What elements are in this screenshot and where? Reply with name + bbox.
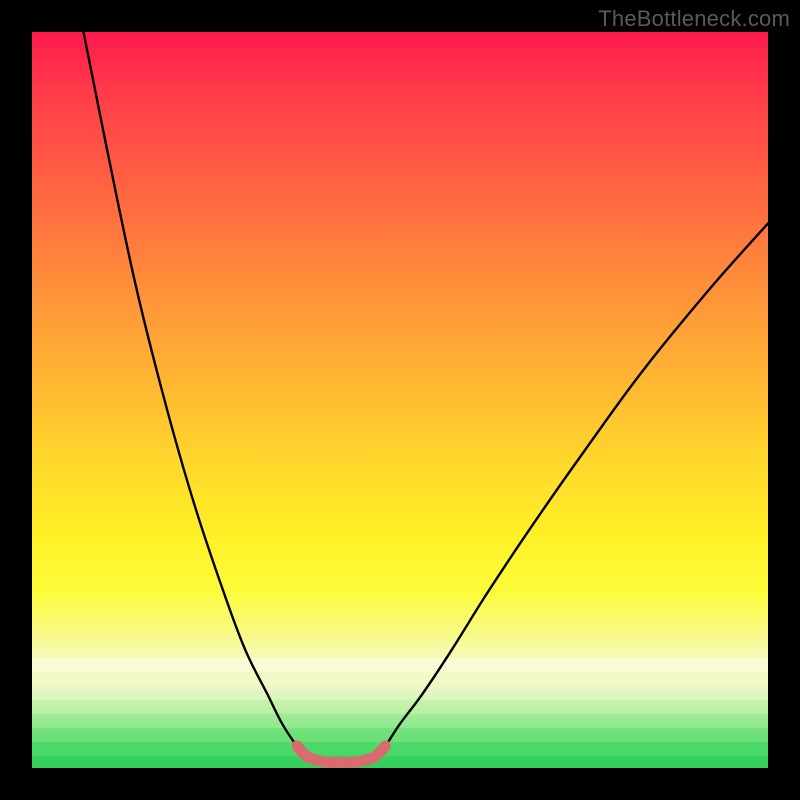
watermark-label: TheBottleneck.com (598, 6, 790, 32)
curve-svg (32, 32, 768, 768)
plot-area (32, 32, 768, 768)
curve-left (84, 32, 309, 757)
curve-right (374, 223, 768, 757)
curve-bottom-highlight (297, 746, 385, 763)
chart-frame: TheBottleneck.com (0, 0, 800, 800)
